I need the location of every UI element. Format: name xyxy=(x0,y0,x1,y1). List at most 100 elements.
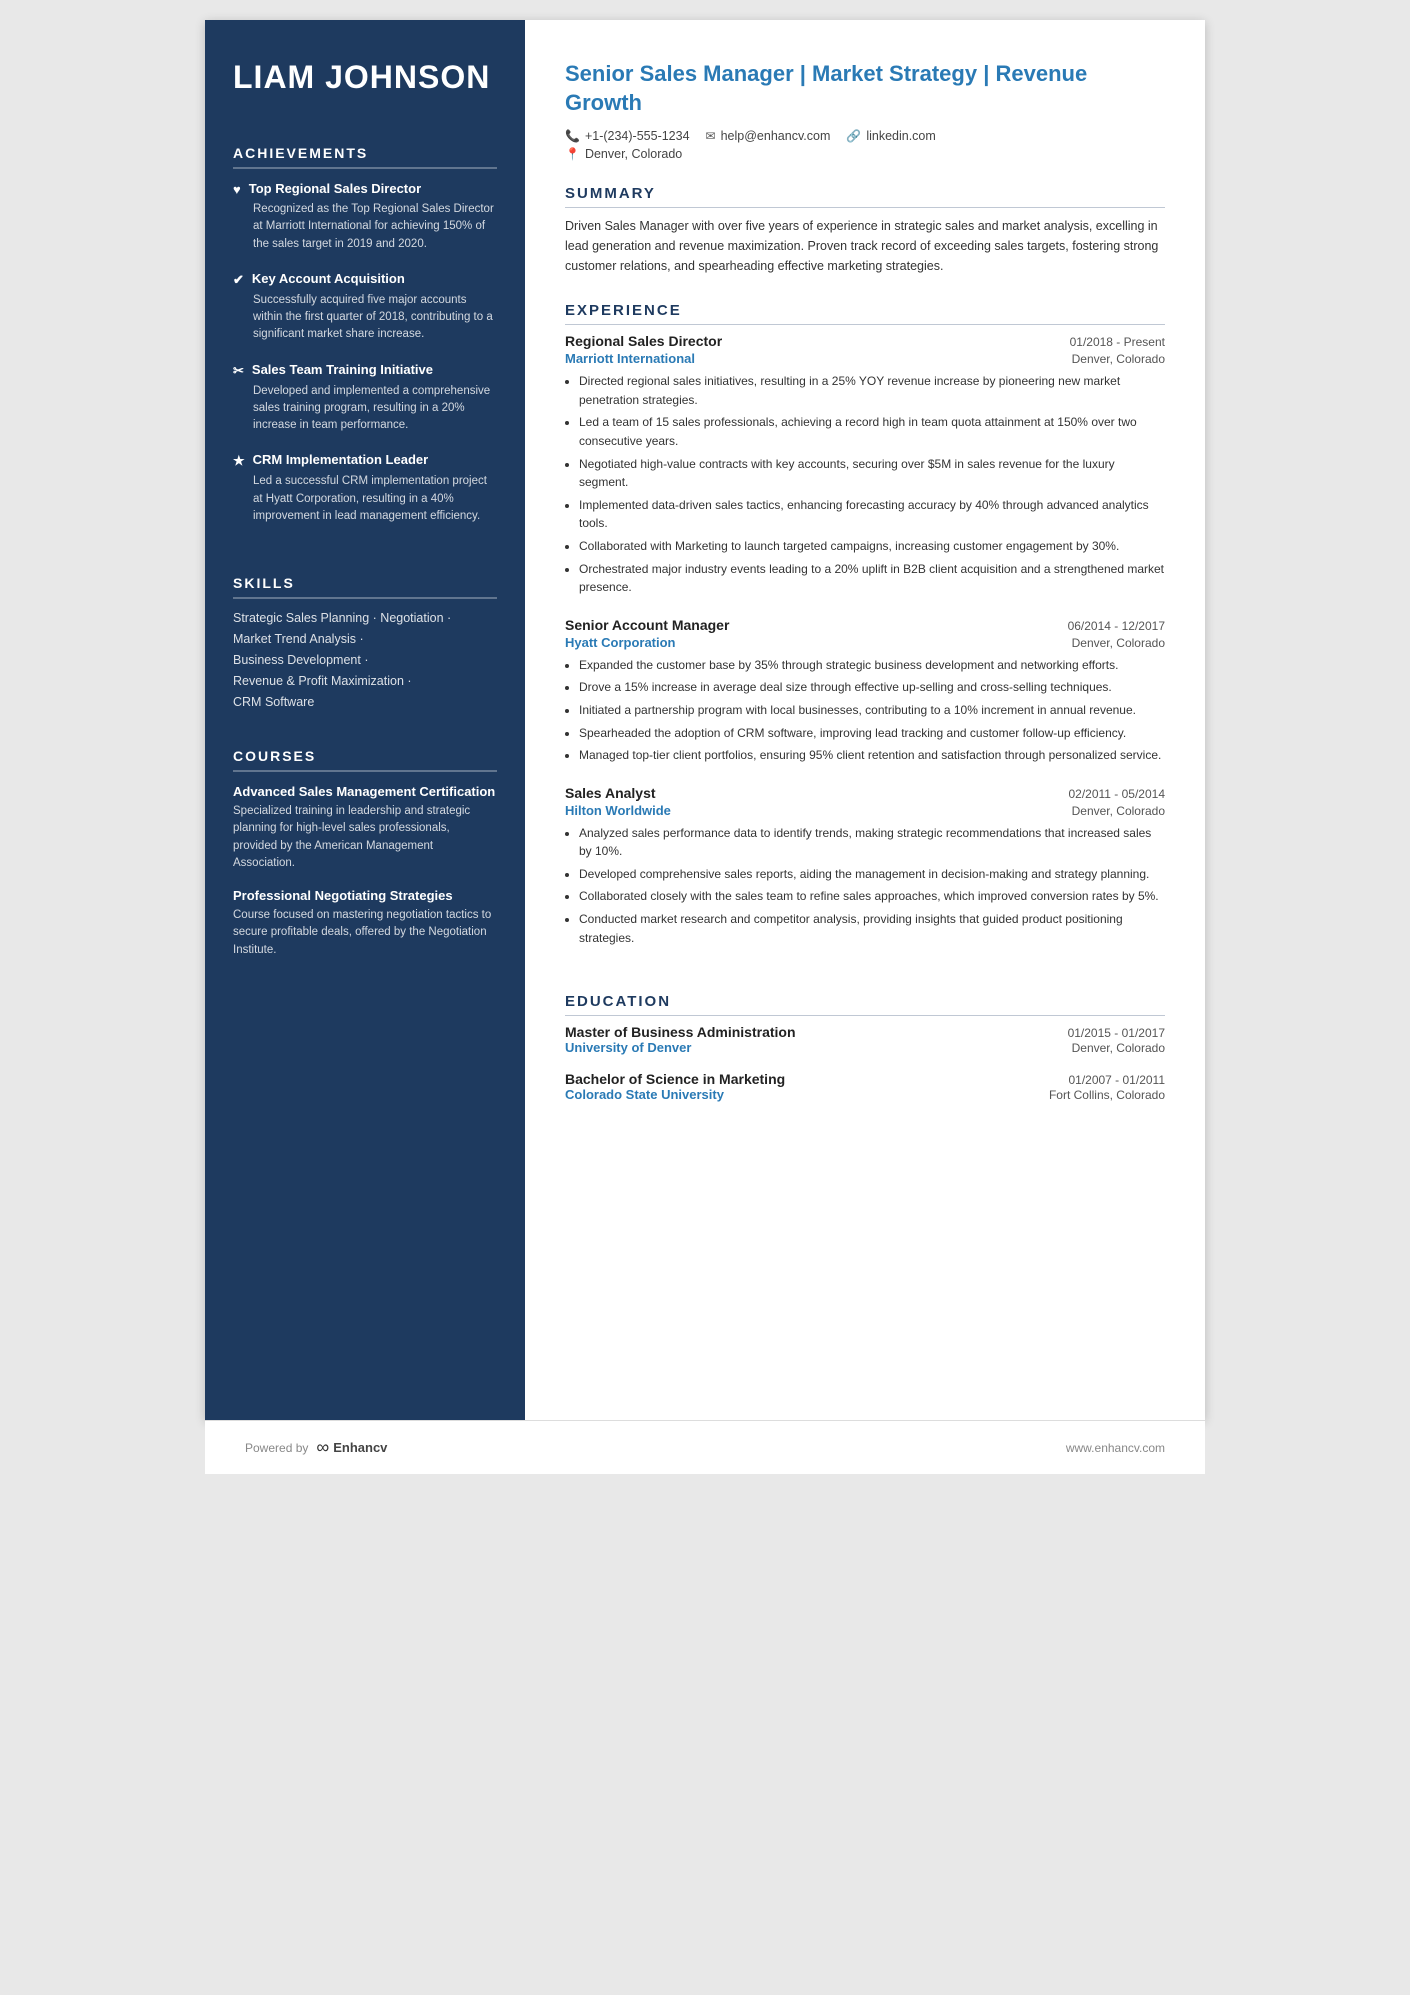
experience-section: EXPERIENCE Regional Sales Director 01/20… xyxy=(565,302,1165,967)
bullet-item: Led a team of 15 sales professionals, ac… xyxy=(579,413,1165,450)
contact-row: 📞 +1-(234)-555-1234 ✉ help@enhancv.com 🔗… xyxy=(565,129,1165,143)
education-item: Master of Business Administration 01/201… xyxy=(565,1024,1165,1055)
achievement-desc: Developed and implemented a comprehensiv… xyxy=(233,383,497,435)
achievement-title: ✂ Sales Team Training Initiative xyxy=(233,362,497,379)
exp-header: Regional Sales Director 01/2018 - Presen… xyxy=(565,333,1165,349)
footer-logo: ∞ Enhancv xyxy=(316,1437,387,1458)
exp-company-row: Hyatt Corporation Denver, Colorado xyxy=(565,635,1165,650)
edu-header: Bachelor of Science in Marketing 01/2007… xyxy=(565,1071,1165,1087)
achievement-icon: ★ xyxy=(233,453,245,469)
achievement-title: ♥ Top Regional Sales Director xyxy=(233,181,497,197)
footer-website: www.enhancv.com xyxy=(1066,1441,1165,1455)
bullet-item: Drove a 15% increase in average deal siz… xyxy=(579,678,1165,697)
edu-school: University of Denver xyxy=(565,1040,691,1055)
summary-title: SUMMARY xyxy=(565,185,1165,208)
exp-bullets: Expanded the customer base by 35% throug… xyxy=(565,656,1165,765)
bullet-item: Orchestrated major industry events leadi… xyxy=(579,560,1165,597)
exp-bullets: Directed regional sales initiatives, res… xyxy=(565,372,1165,597)
course-desc: Specialized training in leadership and s… xyxy=(233,803,497,872)
education-section: EDUCATION Master of Business Administrat… xyxy=(565,993,1165,1118)
achievement-item: ♥ Top Regional Sales Director Recognized… xyxy=(233,181,497,253)
main-header: Senior Sales Manager | Market Strategy |… xyxy=(565,60,1165,161)
education-list: Master of Business Administration 01/201… xyxy=(565,1024,1165,1102)
achievement-name: Top Regional Sales Director xyxy=(249,181,421,196)
phone-value: +1-(234)-555-1234 xyxy=(585,129,690,143)
exp-location: Denver, Colorado xyxy=(1072,352,1165,366)
exp-dates: 02/2011 - 05/2014 xyxy=(1068,787,1165,801)
exp-company: Marriott International xyxy=(565,351,695,366)
skills-list: Strategic Sales Planning · Negotiation ·… xyxy=(233,611,497,709)
exp-company: Hilton Worldwide xyxy=(565,803,671,818)
bullet-item: Initiated a partnership program with loc… xyxy=(579,701,1165,720)
linkedin-icon: 🔗 xyxy=(846,129,861,143)
linkedin-value: linkedin.com xyxy=(866,129,935,143)
exp-company: Hyatt Corporation xyxy=(565,635,676,650)
achievement-desc: Successfully acquired five major account… xyxy=(233,292,497,344)
skills-title: SKILLS xyxy=(233,575,497,599)
exp-dates: 01/2018 - Present xyxy=(1070,335,1165,349)
achievement-name: CRM Implementation Leader xyxy=(253,452,429,467)
exp-dates: 06/2014 - 12/2017 xyxy=(1068,619,1165,633)
experience-item: Senior Account Manager 06/2014 - 12/2017… xyxy=(565,617,1165,765)
skill-item: Revenue & Profit Maximization · xyxy=(233,674,497,688)
exp-role: Sales Analyst xyxy=(565,785,656,801)
achievement-item: ✂ Sales Team Training Initiative Develop… xyxy=(233,362,497,435)
achievement-item: ✔ Key Account Acquisition Successfully a… xyxy=(233,271,497,344)
skill-item: Business Development · xyxy=(233,653,497,667)
skill-item: Strategic Sales Planning · Negotiation · xyxy=(233,611,497,625)
email-value: help@enhancv.com xyxy=(721,129,831,143)
exp-company-row: Hilton Worldwide Denver, Colorado xyxy=(565,803,1165,818)
experience-list: Regional Sales Director 01/2018 - Presen… xyxy=(565,333,1165,947)
bullet-item: Implemented data-driven sales tactics, e… xyxy=(579,496,1165,533)
edu-location: Denver, Colorado xyxy=(1072,1041,1165,1055)
linkedin-contact: 🔗 linkedin.com xyxy=(846,129,935,143)
candidate-name: LIAM JOHNSON xyxy=(233,60,497,95)
course-item: Professional Negotiating Strategies Cour… xyxy=(233,888,497,959)
bullet-item: Managed top-tier client portfolios, ensu… xyxy=(579,746,1165,765)
main-content: Senior Sales Manager | Market Strategy |… xyxy=(525,20,1205,1420)
brand-name: Enhancv xyxy=(333,1440,387,1455)
footer: Powered by ∞ Enhancv www.enhancv.com xyxy=(205,1420,1205,1474)
edu-school-row: Colorado State University Fort Collins, … xyxy=(565,1087,1165,1102)
achievement-icon: ✂ xyxy=(233,363,244,379)
exp-location: Denver, Colorado xyxy=(1072,804,1165,818)
main-title: Senior Sales Manager | Market Strategy |… xyxy=(565,60,1165,117)
edu-school: Colorado State University xyxy=(565,1087,724,1102)
edu-degree: Master of Business Administration xyxy=(565,1024,796,1040)
location-contact: 📍 Denver, Colorado xyxy=(565,147,1165,161)
phone-icon: 📞 xyxy=(565,129,580,143)
bullet-item: Directed regional sales initiatives, res… xyxy=(579,372,1165,409)
experience-item: Regional Sales Director 01/2018 - Presen… xyxy=(565,333,1165,597)
exp-bullets: Analyzed sales performance data to ident… xyxy=(565,824,1165,948)
bullet-item: Developed comprehensive sales reports, a… xyxy=(579,865,1165,884)
bullet-item: Negotiated high-value contracts with key… xyxy=(579,455,1165,492)
education-title: EDUCATION xyxy=(565,993,1165,1016)
course-title: Advanced Sales Management Certification xyxy=(233,784,497,799)
location-value: Denver, Colorado xyxy=(585,147,682,161)
edu-location: Fort Collins, Colorado xyxy=(1049,1088,1165,1102)
course-desc: Course focused on mastering negotiation … xyxy=(233,907,497,959)
courses-list: Advanced Sales Management Certification … xyxy=(233,784,497,959)
achievements-list: ♥ Top Regional Sales Director Recognized… xyxy=(233,181,497,525)
achievement-name: Key Account Acquisition xyxy=(252,271,405,286)
course-item: Advanced Sales Management Certification … xyxy=(233,784,497,872)
achievement-icon: ♥ xyxy=(233,182,241,197)
achievement-desc: Recognized as the Top Regional Sales Dir… xyxy=(233,201,497,253)
achievement-item: ★ CRM Implementation Leader Led a succes… xyxy=(233,452,497,525)
exp-header: Senior Account Manager 06/2014 - 12/2017 xyxy=(565,617,1165,633)
achievement-name: Sales Team Training Initiative xyxy=(252,362,433,377)
sidebar: LIAM JOHNSON ACHIEVEMENTS ♥ Top Regional… xyxy=(205,20,525,1420)
achievement-title: ★ CRM Implementation Leader xyxy=(233,452,497,469)
skill-item: Market Trend Analysis · xyxy=(233,632,497,646)
bullet-item: Collaborated closely with the sales team… xyxy=(579,887,1165,906)
exp-location: Denver, Colorado xyxy=(1072,636,1165,650)
edu-school-row: University of Denver Denver, Colorado xyxy=(565,1040,1165,1055)
phone-contact: 📞 +1-(234)-555-1234 xyxy=(565,129,690,143)
edu-header: Master of Business Administration 01/201… xyxy=(565,1024,1165,1040)
achievement-desc: Led a successful CRM implementation proj… xyxy=(233,473,497,525)
courses-section: COURSES Advanced Sales Management Certif… xyxy=(233,748,497,975)
bullet-item: Expanded the customer base by 35% throug… xyxy=(579,656,1165,675)
summary-section: SUMMARY Driven Sales Manager with over f… xyxy=(565,185,1165,276)
edu-dates: 01/2007 - 01/2011 xyxy=(1068,1073,1165,1087)
achievement-icon: ✔ xyxy=(233,272,244,288)
